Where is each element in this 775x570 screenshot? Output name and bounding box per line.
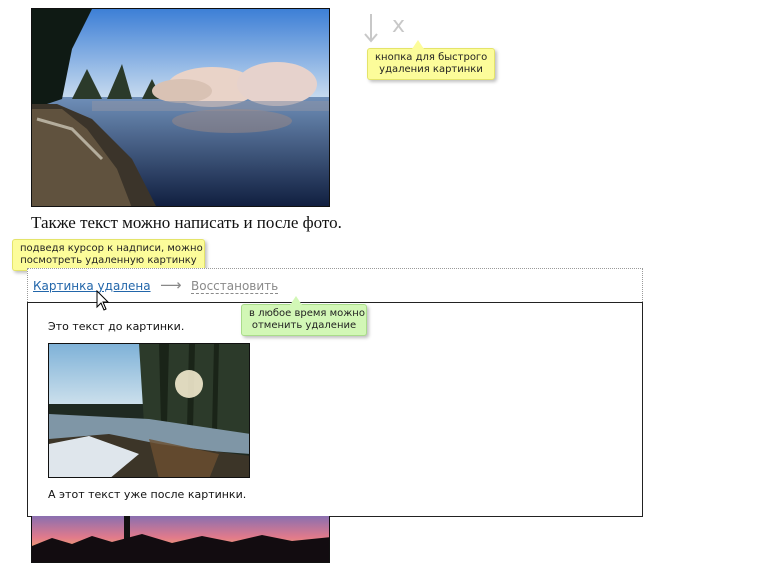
deleted-image-bar: Картинка удалена ⟶ Восстановить xyxy=(27,268,643,302)
tooltip-quick-delete: кнопка для быстрого удаления картинки xyxy=(367,40,495,80)
photo-sunset-forest xyxy=(31,516,330,563)
arrow-right-icon: ⟶ xyxy=(160,276,182,294)
tooltip-tail xyxy=(290,296,302,305)
mouse-cursor-icon xyxy=(96,290,110,311)
tooltip-hover-hint: подведя курсор к надписи, можно посмотре… xyxy=(12,239,205,279)
photo-winter-river xyxy=(48,343,250,478)
tooltip-line: подведя курсор к надписи, можно xyxy=(20,243,203,254)
tooltip-line: кнопка для быстрого xyxy=(375,52,488,63)
image-deleted-link[interactable]: Картинка удалена xyxy=(33,279,151,293)
tooltip-line: удаления картинки xyxy=(379,64,483,75)
arrow-down-icon[interactable] xyxy=(362,12,380,44)
tooltip-line: отменить удаление xyxy=(251,320,357,331)
tooltip-line: посмотреть удаленную картинку xyxy=(20,255,197,266)
preview-text-before: Это текст до картинки. xyxy=(48,320,185,333)
text-after-photo: Также текст можно написать и после фото. xyxy=(31,213,342,232)
restore-button[interactable]: Восстановить xyxy=(191,279,279,294)
close-icon[interactable]: x xyxy=(392,14,405,38)
photo-winter-lake xyxy=(31,8,330,207)
tooltip-tail xyxy=(412,40,424,49)
tooltip-line: в любое время можно xyxy=(249,308,365,319)
tooltip-restore-hint: в любое время можно отменить удаление xyxy=(241,296,367,336)
preview-text-after: А этот текст уже после картинки. xyxy=(48,488,247,501)
